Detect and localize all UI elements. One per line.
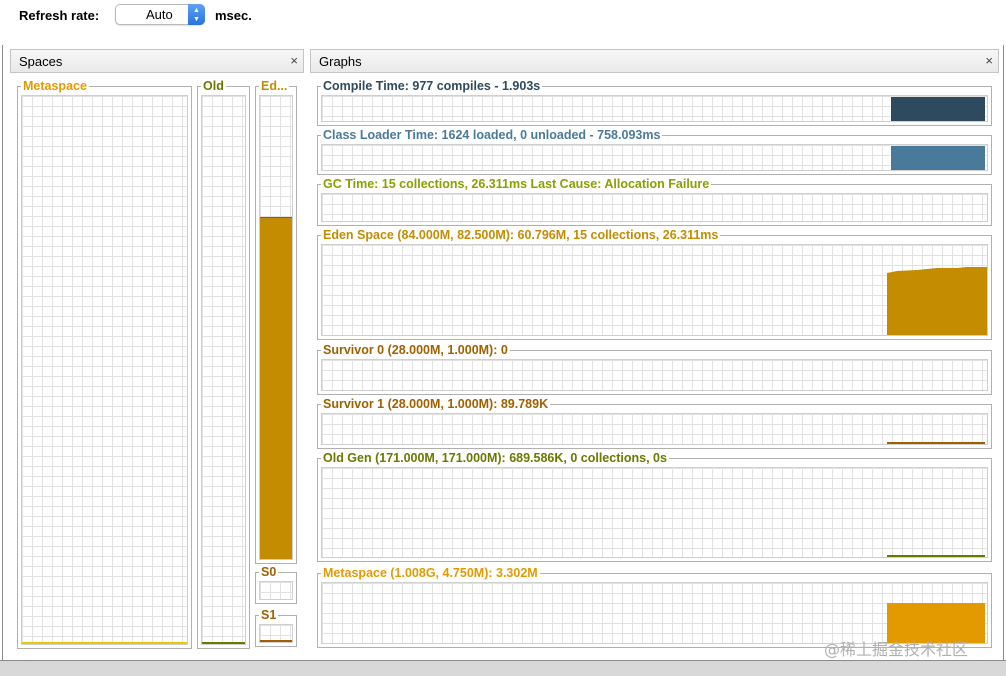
watermark: @稀土掘金技术社区 (824, 640, 969, 659)
refresh-rate-value: Auto (146, 7, 173, 22)
graph-eden-label: Eden Space (84.000M, 82.500M): 60.796M, … (321, 228, 721, 242)
space-s1: S1 (255, 608, 297, 647)
space-eden-label: Ed... (259, 79, 290, 93)
toolbar: Refresh rate: Auto ▲ ▼ msec. (0, 0, 1006, 34)
graph-old-gen: Old Gen (171.000M, 171.000M): 689.586K, … (317, 451, 992, 562)
space-metaspace-label: Metaspace (21, 79, 89, 93)
graph-survivor1: Survivor 1 (28.000M, 1.000M): 89.789K (317, 397, 992, 449)
refresh-rate-label: Refresh rate: (19, 8, 100, 23)
graph-survivor0-label: Survivor 0 (28.000M, 1.000M): 0 (321, 343, 510, 357)
space-s0-label: S0 (259, 565, 279, 579)
graph-class-loader: Class Loader Time: 1624 loaded, 0 unload… (317, 128, 992, 175)
spaces-panel-header: Spaces × (10, 49, 304, 73)
s1-fill (260, 640, 292, 642)
chevron-updown-icon: ▲ ▼ (188, 4, 205, 25)
graph-class-loader-label: Class Loader Time: 1624 loaded, 0 unload… (321, 128, 663, 142)
graph-survivor1-label: Survivor 1 (28.000M, 1.000M): 89.789K (321, 397, 551, 411)
space-old: Old (197, 79, 250, 649)
eden-fill (260, 217, 292, 559)
graph-gc-label: GC Time: 15 collections, 26.311ms Last C… (321, 177, 712, 191)
graph-gc-time: GC Time: 15 collections, 26.311ms Last C… (317, 177, 992, 226)
survivor1-fill (887, 442, 985, 444)
graphs-panel-header: Graphs × (310, 49, 999, 73)
graph-survivor0: Survivor 0 (28.000M, 1.000M): 0 (317, 343, 992, 395)
space-eden: Ed... (255, 79, 297, 564)
close-icon[interactable]: × (290, 53, 298, 68)
space-metaspace: Metaspace (17, 79, 192, 649)
eden-area (887, 267, 987, 335)
compile-fill (891, 97, 985, 121)
old-fill (202, 642, 245, 644)
graph-old-gen-label: Old Gen (171.000M, 171.000M): 689.586K, … (321, 451, 669, 465)
space-s0: S0 (255, 565, 297, 604)
close-icon[interactable]: × (985, 53, 993, 68)
metaspace-fill (22, 642, 187, 644)
space-old-label: Old (201, 79, 226, 93)
graphs-panel-title: Graphs (319, 54, 362, 69)
refresh-unit-label: msec. (215, 8, 252, 23)
graph-compile-label: Compile Time: 977 compiles - 1.903s (321, 79, 543, 93)
graph-metaspace-label: Metaspace (1.008G, 4.750M): 3.302M (321, 566, 540, 580)
spaces-panel-title: Spaces (19, 54, 63, 69)
class-loader-fill (891, 146, 985, 170)
graph-eden-space: Eden Space (84.000M, 82.500M): 60.796M, … (317, 228, 992, 340)
refresh-rate-select[interactable]: Auto ▲ ▼ (115, 4, 205, 25)
bottom-bar (0, 660, 1006, 676)
space-s1-label: S1 (259, 608, 279, 622)
graph-compile-time: Compile Time: 977 compiles - 1.903s (317, 79, 992, 126)
old-gen-fill (887, 555, 985, 557)
